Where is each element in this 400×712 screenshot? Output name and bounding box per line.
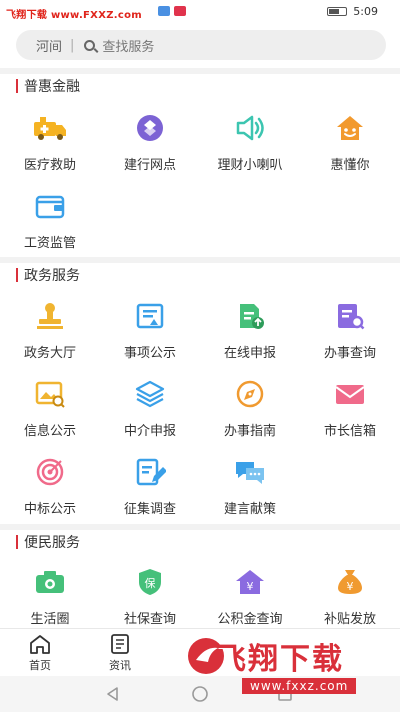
grid-item-affairs-query[interactable]: 办事查询 bbox=[304, 300, 396, 361]
grid-item-label: 建言献策 bbox=[223, 502, 276, 517]
location-selector[interactable]: 河间 bbox=[36, 36, 62, 55]
section-divider bbox=[0, 524, 400, 530]
section-title-text: 便民服务 bbox=[24, 535, 80, 551]
grid-item-label: 公积金查询 bbox=[217, 612, 283, 627]
grid-item-bid-notice[interactable]: 中标公示 bbox=[4, 456, 96, 517]
bank-logo-icon bbox=[132, 112, 168, 144]
house-yen-icon: ¥ bbox=[232, 566, 268, 598]
section-divider bbox=[0, 257, 400, 263]
grid-item-label: 补贴发放 bbox=[323, 612, 376, 627]
grid-item-suggestions[interactable]: 建言献策 bbox=[204, 456, 296, 517]
grid-item-life-circle[interactable]: 生活圈 bbox=[4, 566, 96, 627]
tab-label: 资讯 bbox=[109, 659, 131, 672]
notification-icon bbox=[174, 6, 186, 16]
grid-item-affairs-guide[interactable]: 办事指南 bbox=[204, 378, 296, 439]
grid-item-social-security[interactable]: 保 社保查询 bbox=[104, 566, 196, 627]
notification-icon bbox=[158, 6, 170, 16]
watermark-logo: 飞翔下载 www.fxxz.com bbox=[186, 632, 386, 704]
grid-item-label: 征集调查 bbox=[123, 502, 176, 517]
target-icon bbox=[32, 456, 68, 488]
grid-item-label: 医疗救助 bbox=[23, 158, 76, 173]
clock: 5:09 bbox=[353, 5, 378, 18]
section-title-text: 政务服务 bbox=[24, 268, 80, 284]
grid-item-label: 建行网点 bbox=[123, 158, 176, 173]
notice-board-icon bbox=[132, 300, 168, 332]
grid-item-item-notice[interactable]: 事项公示 bbox=[104, 300, 196, 361]
camera-icon bbox=[32, 566, 68, 598]
mail-icon bbox=[332, 378, 368, 410]
grid-item-label: 社保查询 bbox=[123, 612, 176, 627]
grid-item-label: 信息公示 bbox=[23, 424, 76, 439]
notification-icons bbox=[158, 6, 186, 16]
money-bag-icon: ¥ bbox=[332, 566, 368, 598]
watermark-url: www.fxxz.com bbox=[242, 678, 357, 694]
battery-icon bbox=[327, 7, 348, 16]
search-bar[interactable]: 河间 | 查找服务 bbox=[16, 30, 386, 60]
image-search-icon bbox=[32, 378, 68, 410]
shield-icon: 保 bbox=[132, 566, 168, 598]
section-marker bbox=[16, 268, 18, 282]
grid-item-label: 市长信箱 bbox=[323, 424, 376, 439]
grid-item-subsidy[interactable]: ¥ 补贴发放 bbox=[304, 566, 396, 627]
edit-doc-icon bbox=[132, 456, 168, 488]
news-icon bbox=[111, 634, 129, 654]
grid-item-label: 理财小喇叭 bbox=[217, 158, 283, 173]
svg-text:¥: ¥ bbox=[347, 580, 354, 593]
chat-bubbles-icon bbox=[232, 456, 268, 488]
section-divider bbox=[0, 68, 400, 74]
grid-item-finance-speaker[interactable]: 理财小喇叭 bbox=[204, 112, 296, 173]
grid-item-label: 工资监管 bbox=[23, 236, 76, 251]
grid-item-housing-fund[interactable]: ¥ 公积金查询 bbox=[204, 566, 296, 627]
grid-item-label: 办事指南 bbox=[223, 424, 276, 439]
grid-item-ccb-branch[interactable]: 建行网点 bbox=[104, 112, 196, 173]
grid-item-label: 事项公示 bbox=[123, 346, 176, 361]
section-marker bbox=[16, 535, 18, 549]
grid-item-info-notice[interactable]: 信息公示 bbox=[4, 378, 96, 439]
grid-item-survey[interactable]: 征集调查 bbox=[104, 456, 196, 517]
section-title-convenience: 便民服务 bbox=[16, 532, 80, 552]
section-title-finance: 普惠金融 bbox=[16, 76, 80, 96]
home-icon bbox=[30, 635, 50, 654]
grid-item-label: 中标公示 bbox=[23, 502, 76, 517]
stamp-icon bbox=[32, 300, 68, 332]
layers-icon bbox=[132, 378, 168, 410]
svg-text:¥: ¥ bbox=[247, 580, 254, 593]
smiley-house-icon bbox=[332, 112, 368, 144]
compass-icon bbox=[232, 378, 268, 410]
grid-item-agency-declare[interactable]: 中介申报 bbox=[104, 378, 196, 439]
search-separator: | bbox=[70, 37, 75, 53]
grid-item-label: 办事查询 bbox=[323, 346, 376, 361]
grid-item-label: 政务大厅 bbox=[23, 346, 76, 361]
tab-news[interactable]: 资讯 bbox=[90, 633, 150, 673]
grid-item-online-declare[interactable]: 在线申报 bbox=[204, 300, 296, 361]
section-title-government: 政务服务 bbox=[16, 265, 80, 285]
tab-label: 首页 bbox=[29, 659, 51, 672]
grid-item-label: 惠懂你 bbox=[330, 158, 370, 173]
svg-text:保: 保 bbox=[145, 576, 156, 590]
grid-item-wage-supervision[interactable]: 工资监管 bbox=[4, 190, 96, 251]
section-title-text: 普惠金融 bbox=[24, 79, 80, 95]
grid-item-mayor-mailbox[interactable]: 市长信箱 bbox=[304, 378, 396, 439]
grid-item-medical-aid[interactable]: 医疗救助 bbox=[4, 112, 96, 173]
doc-search-icon bbox=[332, 300, 368, 332]
speaker-icon bbox=[232, 112, 268, 144]
watermark-text: 飞翔下载 www.FXXZ.com bbox=[6, 10, 142, 21]
search-placeholder[interactable]: 查找服务 bbox=[102, 36, 154, 55]
grid-item-label: 在线申报 bbox=[223, 346, 276, 361]
wallet-icon bbox=[32, 190, 68, 222]
grid-item-label: 中介申报 bbox=[123, 424, 176, 439]
watermark-title: 飞翔下载 bbox=[216, 642, 344, 677]
upload-doc-icon bbox=[232, 300, 268, 332]
grid-item-hui-dong-ni[interactable]: 惠懂你 bbox=[304, 112, 396, 173]
back-icon[interactable] bbox=[104, 685, 122, 703]
section-marker bbox=[16, 79, 18, 93]
grid-item-label: 生活圈 bbox=[30, 612, 70, 627]
search-icon bbox=[84, 39, 96, 51]
grid-item-gov-hall[interactable]: 政务大厅 bbox=[4, 300, 96, 361]
status-bar: 飞翔下载 www.FXXZ.com 5:09 bbox=[0, 0, 400, 24]
tab-home[interactable]: 首页 bbox=[10, 633, 70, 673]
ambulance-icon bbox=[32, 112, 68, 144]
status-right: 5:09 bbox=[327, 5, 378, 18]
